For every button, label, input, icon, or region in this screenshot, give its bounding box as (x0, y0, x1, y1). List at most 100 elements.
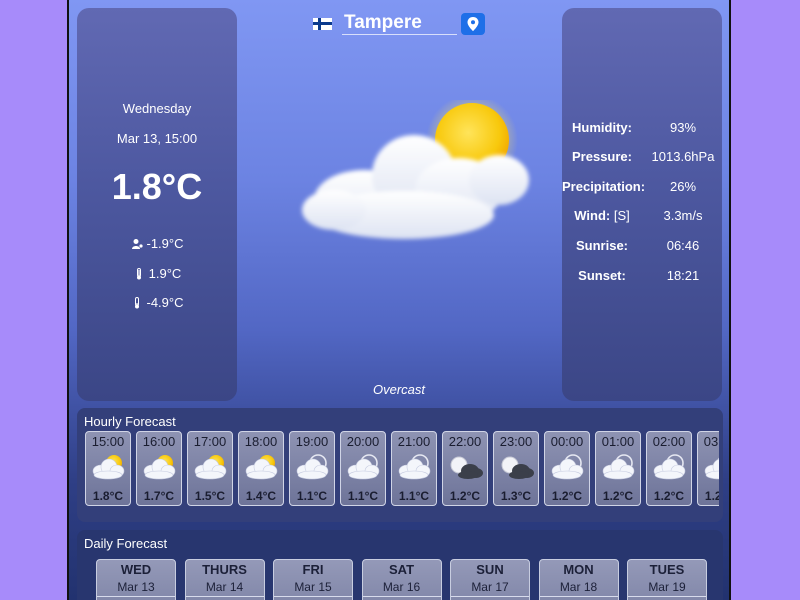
hourly-temperature: 1.2°C (602, 489, 634, 503)
min-temp-value: -4.9°C (146, 295, 184, 310)
daily-divider (185, 596, 264, 597)
city-input[interactable]: Tampere (342, 12, 457, 35)
daily-card[interactable]: TUES Mar 19 (627, 559, 707, 600)
hourly-card: 03:00 1.2°C (697, 431, 719, 506)
pressure-label: Pressure: (572, 149, 632, 164)
daily-date: Mar 15 (294, 580, 332, 594)
daily-day-name: THURS (202, 562, 247, 577)
sun-cloud-icon (92, 455, 125, 480)
hourly-time: 23:00 (499, 434, 533, 449)
wind-direction: [S] (613, 208, 630, 223)
moon-dark-cloud-icon (501, 456, 534, 479)
wind-value: 3.3m/s (663, 208, 703, 223)
daily-date: Mar 17 (471, 580, 509, 594)
moon-cloud-icon (347, 454, 380, 480)
moon-cloud-icon (704, 457, 719, 480)
daily-date: Mar 19 (648, 580, 686, 594)
max-temp-value: 1.9°C (148, 266, 182, 281)
hourly-time: 16:00 (142, 434, 176, 449)
weather-app: Wednesday Mar 13, 15:00 1.8°C -1.9°C 1.9… (67, 0, 731, 600)
daily-divider (628, 596, 706, 597)
feels-like-icon (131, 238, 143, 249)
min-temp-row: -4.9°C (77, 295, 237, 310)
hourly-card: 00:00 1.2°C (544, 431, 590, 506)
hourly-time: 18:00 (244, 434, 278, 449)
hourly-temperature: 1.2°C (449, 489, 481, 503)
sunrise-row: Sunrise: 06:46 (562, 238, 722, 254)
hourly-time: 15:00 (91, 434, 125, 449)
daily-divider (274, 596, 352, 597)
hourly-card: 18:00 1.4°C (238, 431, 284, 506)
daily-card[interactable]: WED Mar 13 (96, 559, 176, 600)
daily-card[interactable]: SAT Mar 16 (361, 559, 442, 600)
hourly-time: 21:00 (397, 434, 431, 449)
wind-label-group: Wind: [S] (562, 208, 642, 223)
daily-divider (539, 596, 618, 597)
sunrise-label: Sunrise: (575, 238, 628, 253)
daily-day-name: TUES (649, 562, 685, 577)
hourly-time: 00:00 (550, 434, 584, 449)
hourly-forecast-strip[interactable]: 15:00 1.8°C 16:00 1.7°C 17:00 1.5°C 18:00 1.4°C… (85, 431, 719, 507)
humidity-label: Humidity: (572, 120, 632, 135)
hourly-time: 19:00 (295, 434, 329, 449)
condition-text: Overcast (372, 382, 425, 397)
pressure-row: Pressure: 1013.6hPa (562, 149, 722, 165)
hourly-temperature: 1.1°C (296, 489, 328, 503)
daily-day-name: MON (563, 562, 594, 577)
hourly-card: 17:00 1.5°C (187, 431, 233, 506)
daily-day-name: WED (120, 562, 152, 577)
pressure-value: 1013.6hPa (651, 149, 715, 164)
hourly-temperature: 1.2°C (551, 489, 583, 503)
hourly-card: 19:00 1.1°C (289, 431, 335, 506)
thermometer-high-icon (136, 267, 141, 279)
hourly-card: 21:00 1.1°C (391, 431, 437, 506)
sun-cloud-icon (143, 455, 176, 480)
hourly-card: 15:00 1.8°C (85, 431, 131, 506)
overcast-sun-cloud-icon (302, 100, 529, 239)
hourly-card: 22:00 1.2°C (442, 431, 488, 506)
hourly-temperature: 1.8°C (92, 489, 124, 503)
hourly-time: 03:00 (703, 434, 719, 449)
moon-cloud-icon (602, 454, 635, 480)
hourly-time: 22:00 (448, 434, 482, 449)
daily-card[interactable]: FRI Mar 15 (273, 559, 353, 600)
daily-divider (97, 596, 175, 597)
moon-dark-cloud-icon (450, 456, 483, 479)
hourly-temperature: 1.4°C (245, 489, 277, 503)
wind-label: Wind: (574, 208, 611, 223)
precipitation-label: Precipitation: (562, 179, 646, 194)
hourly-forecast-section: Hourly Forecast 15:00 1.8°C 16:00 1.7°C 17:0… (77, 408, 723, 522)
hourly-time: 17:00 (193, 434, 227, 449)
daily-date: Mar 16 (382, 580, 421, 594)
hourly-card: 02:00 1.2°C (646, 431, 692, 506)
sun-cloud-icon (194, 455, 227, 480)
hourly-temperature: 1.1°C (347, 489, 379, 503)
hourly-time: 01:00 (601, 434, 635, 449)
max-temp-row: 1.9°C (77, 266, 237, 281)
daily-date: Mar 13 (117, 580, 155, 594)
wind-row: Wind: [S] 3.3m/s (562, 208, 722, 224)
locate-button[interactable] (461, 12, 485, 35)
hourly-card: 20:00 1.1°C (340, 431, 386, 506)
hourly-temperature: 1.2°C (653, 489, 685, 503)
daily-card[interactable]: SUN Mar 17 (450, 559, 530, 600)
weather-details-panel: Humidity: 93% Pressure: 1013.6hPa Precip… (562, 8, 722, 401)
hourly-temperature: 1.1°C (398, 489, 430, 503)
daily-card[interactable]: MON Mar 18 (538, 559, 619, 600)
hourly-card: 16:00 1.7°C (136, 431, 182, 506)
hourly-card: 01:00 1.2°C (595, 431, 641, 506)
hourly-temperature: 1.3°C (500, 489, 532, 503)
humidity-row: Humidity: 93% (562, 120, 722, 136)
current-temperature: 1.8°C (111, 166, 203, 207)
moon-cloud-icon (296, 454, 329, 480)
sunrise-value: 06:46 (666, 238, 700, 253)
hourly-card: 23:00 1.3°C (493, 431, 539, 506)
current-weather-panel: Wednesday Mar 13, 15:00 1.8°C -1.9°C 1.9… (77, 8, 237, 401)
map-pin-icon (467, 16, 479, 31)
moon-cloud-icon (653, 454, 686, 480)
moon-cloud-icon (551, 454, 584, 480)
precipitation-value: 26% (669, 179, 697, 194)
thermometer-low-icon (134, 296, 139, 308)
sunset-label: Sunset: (578, 268, 626, 283)
daily-card[interactable]: THURS Mar 14 (184, 559, 265, 600)
